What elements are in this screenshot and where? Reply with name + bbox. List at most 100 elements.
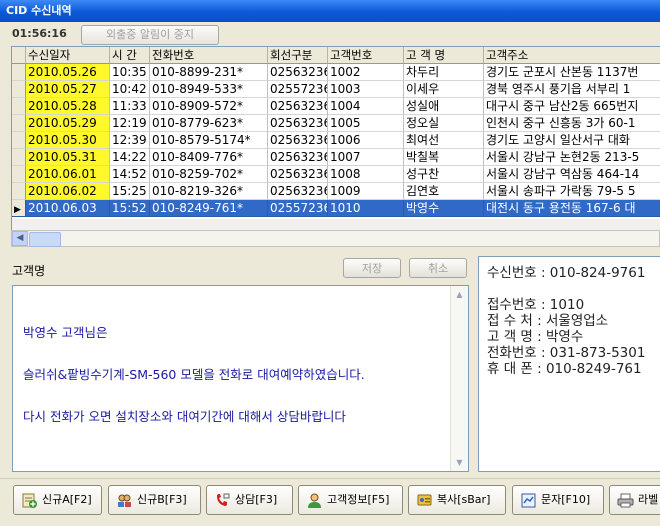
memo-vertical-scrollbar[interactable]: ▲ ▼: [450, 286, 468, 471]
new-customer-a-button[interactable]: 신규A[F2]: [13, 485, 102, 515]
table-row[interactable]: 2010.05.26 10:35 010-8899-231* 02563236 1002…: [12, 64, 660, 81]
cell-date[interactable]: 2010.06.02: [26, 183, 110, 200]
header-customer-name[interactable]: 고 객 명: [404, 47, 484, 64]
cell-customer-name[interactable]: 정오실: [404, 115, 484, 132]
cell-address[interactable]: 서울시 강남구 역삼동 464-14: [484, 166, 660, 183]
cell-customer-name[interactable]: 이세우: [404, 81, 484, 98]
cell-customer-name[interactable]: 최여선: [404, 132, 484, 149]
cell-date[interactable]: 2010.06.03: [26, 200, 110, 217]
current-row-arrow-icon: ▶: [14, 205, 21, 215]
header-line[interactable]: 회선구분: [268, 47, 328, 64]
cell-date[interactable]: 2010.05.26: [26, 64, 110, 81]
cell-phone[interactable]: 010-8409-776*: [150, 149, 268, 166]
header-phone[interactable]: 전화번호: [150, 47, 268, 64]
header-time[interactable]: 시 간: [110, 47, 150, 64]
cell-time[interactable]: 12:39: [110, 132, 150, 149]
consult-button[interactable]: 상담[F3]: [206, 485, 293, 515]
consultation-memo[interactable]: 박영수 고객님은 슬러쉬&팥빙수기계-SM-560 모델을 전화로 대여예약하였…: [12, 285, 469, 472]
window-title-bar: CID 수신내역: [0, 0, 660, 22]
table-row[interactable]: ▶ 2010.06.03 15:52 010-8249-761* 02557236 101…: [12, 200, 660, 217]
cell-date[interactable]: 2010.05.31: [26, 149, 110, 166]
sms-button[interactable]: 문자[F10]: [512, 485, 604, 515]
cell-phone[interactable]: 010-8949-533*: [150, 81, 268, 98]
cell-phone[interactable]: 010-8779-623*: [150, 115, 268, 132]
cell-line[interactable]: 02563236: [268, 98, 328, 115]
cell-line[interactable]: 02563236: [268, 183, 328, 200]
cell-phone[interactable]: 010-8909-572*: [150, 98, 268, 115]
table-row[interactable]: 2010.06.01 14:52 010-8259-702* 02563236 1008…: [12, 166, 660, 183]
cell-customer-no[interactable]: 1006: [328, 132, 404, 149]
scroll-up-arrow-icon[interactable]: ▲: [452, 287, 467, 302]
customer-info-button[interactable]: 고객정보[F5]: [298, 485, 403, 515]
table-row[interactable]: 2010.05.28 11:33 010-8909-572* 02563236 1004…: [12, 98, 660, 115]
mute-alert-button[interactable]: 외출중 알림이 중지: [81, 25, 219, 45]
cell-address[interactable]: 경북 영주시 풍기읍 서부리 1: [484, 81, 660, 98]
cell-address[interactable]: 경기도 고양시 일산서구 대화: [484, 132, 660, 149]
cell-address[interactable]: 인천시 중구 신흥동 3가 60-1: [484, 115, 660, 132]
cell-line[interactable]: 02557236: [268, 81, 328, 98]
header-date[interactable]: 수신일자: [26, 47, 110, 64]
cell-line[interactable]: 02563236: [268, 166, 328, 183]
table-row[interactable]: 2010.06.02 15:25 010-8219-326* 02563236 1009…: [12, 183, 660, 200]
scroll-down-arrow-icon[interactable]: ▼: [452, 455, 467, 470]
scroll-thumb[interactable]: [29, 232, 61, 247]
save-button[interactable]: 저장: [343, 258, 401, 278]
cell-customer-no[interactable]: 1007: [328, 149, 404, 166]
cell-phone[interactable]: 010-8899-231*: [150, 64, 268, 81]
cell-line[interactable]: 02563236: [268, 149, 328, 166]
table-row[interactable]: 2010.05.30 12:39 010-8579-5174* 02563236 100…: [12, 132, 660, 149]
cell-address[interactable]: 대구시 중구 남산2동 665번지: [484, 98, 660, 115]
cell-line[interactable]: 02557236: [268, 200, 328, 217]
row-indicator: [12, 166, 26, 183]
memo-text[interactable]: 박영수 고객님은 슬러쉬&팥빙수기계-SM-560 모델을 전화로 대여예약하였…: [23, 298, 365, 452]
cell-customer-no[interactable]: 1010: [328, 200, 404, 217]
cell-customer-no[interactable]: 1003: [328, 81, 404, 98]
cell-time[interactable]: 10:42: [110, 81, 150, 98]
cell-phone[interactable]: 010-8249-761*: [150, 200, 268, 217]
cell-date[interactable]: 2010.05.27: [26, 81, 110, 98]
cell-phone[interactable]: 010-8259-702*: [150, 166, 268, 183]
cell-customer-name[interactable]: 차두리: [404, 64, 484, 81]
cell-time[interactable]: 15:52: [110, 200, 150, 217]
cell-time[interactable]: 15:25: [110, 183, 150, 200]
cell-customer-no[interactable]: 1009: [328, 183, 404, 200]
cell-address[interactable]: 서울시 송파구 가락동 79-5 5: [484, 183, 660, 200]
cell-time[interactable]: 14:22: [110, 149, 150, 166]
header-customer-no[interactable]: 고객번호: [328, 47, 404, 64]
cell-date[interactable]: 2010.05.29: [26, 115, 110, 132]
cell-customer-no[interactable]: 1008: [328, 166, 404, 183]
cell-time[interactable]: 10:35: [110, 64, 150, 81]
cell-date[interactable]: 2010.05.28: [26, 98, 110, 115]
cell-customer-no[interactable]: 1004: [328, 98, 404, 115]
cell-date[interactable]: 2010.06.01: [26, 166, 110, 183]
cell-customer-name[interactable]: 성실애: [404, 98, 484, 115]
cell-customer-name[interactable]: 성구찬: [404, 166, 484, 183]
cell-address[interactable]: 경기도 군포시 산본동 1137번: [484, 64, 660, 81]
cell-customer-name[interactable]: 박칠복: [404, 149, 484, 166]
cell-date[interactable]: 2010.05.30: [26, 132, 110, 149]
cell-customer-name[interactable]: 박영수: [404, 200, 484, 217]
table-row[interactable]: 2010.05.27 10:42 010-8949-533* 02557236 1003…: [12, 81, 660, 98]
header-address[interactable]: 고객주소: [484, 47, 660, 64]
cell-line[interactable]: 02563236: [268, 115, 328, 132]
table-row[interactable]: 2010.05.29 12:19 010-8779-623* 02563236 1005…: [12, 115, 660, 132]
new-customer-b-button[interactable]: 신규B[F3]: [108, 485, 201, 515]
cell-address[interactable]: 대전시 동구 용전동 167-6 대: [484, 200, 660, 217]
cell-time[interactable]: 14:52: [110, 166, 150, 183]
scroll-left-arrow-icon[interactable]: ◀: [12, 231, 28, 246]
cell-phone[interactable]: 010-8579-5174*: [150, 132, 268, 149]
cancel-button[interactable]: 취소: [409, 258, 467, 278]
cell-customer-name[interactable]: 김연호: [404, 183, 484, 200]
cell-time[interactable]: 11:33: [110, 98, 150, 115]
cell-time[interactable]: 12:19: [110, 115, 150, 132]
cell-customer-no[interactable]: 1005: [328, 115, 404, 132]
copy-button[interactable]: 복사[sBar]: [408, 485, 506, 515]
label-print-button[interactable]: 라벨: [609, 485, 660, 515]
cell-customer-no[interactable]: 1002: [328, 64, 404, 81]
cell-line[interactable]: 02563236: [268, 132, 328, 149]
cell-phone[interactable]: 010-8219-326*: [150, 183, 268, 200]
cell-line[interactable]: 02563236: [268, 64, 328, 81]
cell-address[interactable]: 서울시 강남구 논현2동 213-5: [484, 149, 660, 166]
table-row[interactable]: 2010.05.31 14:22 010-8409-776* 02563236 1007…: [12, 149, 660, 166]
table-horizontal-scrollbar[interactable]: ◀: [11, 230, 660, 247]
